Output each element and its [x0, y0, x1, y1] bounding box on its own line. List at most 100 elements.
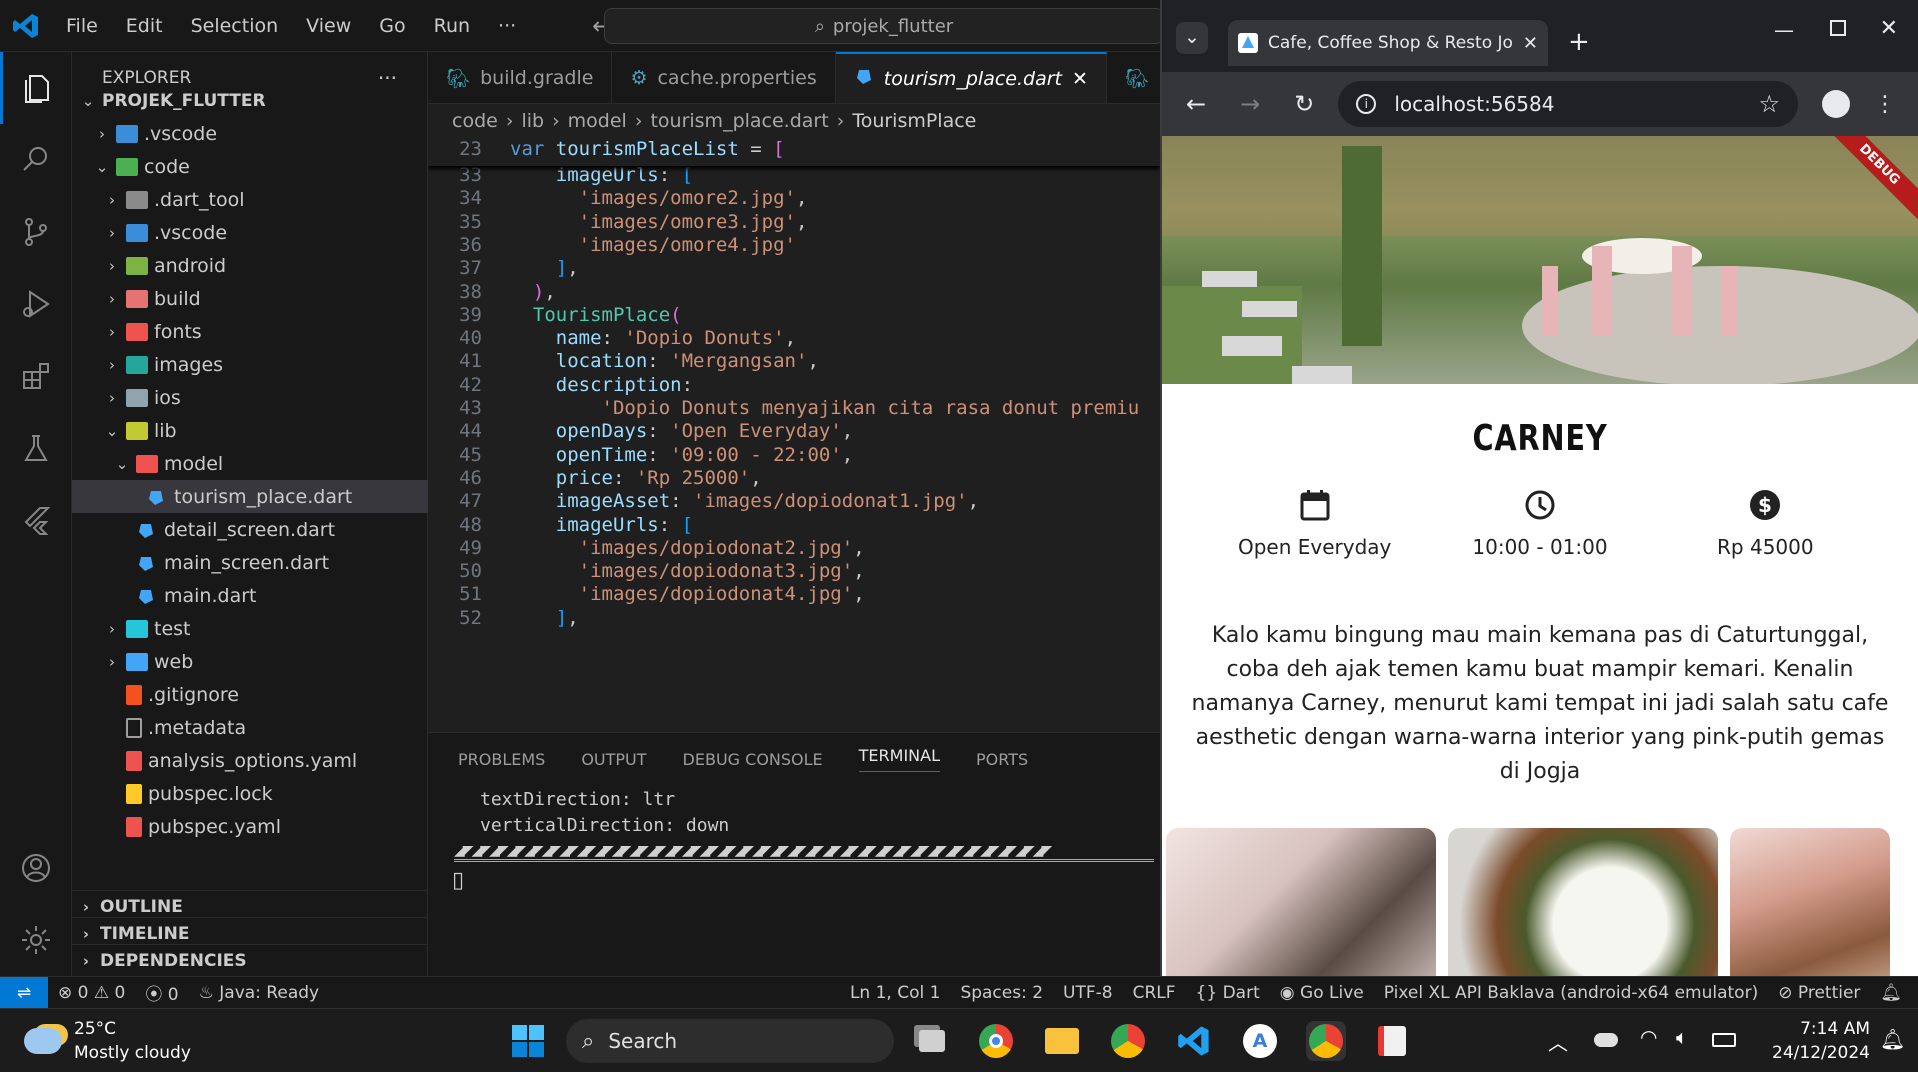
source-control-icon[interactable]: [0, 196, 72, 268]
terminal-cursor[interactable]: ▯: [452, 868, 1160, 893]
menu-run[interactable]: Run: [420, 0, 484, 52]
line-ending[interactable]: CRLF: [1123, 983, 1186, 1003]
weather-widget[interactable]: 25°C Mostly cloudy: [24, 1017, 191, 1065]
account-icon[interactable]: [0, 832, 72, 904]
tab-g[interactable]: 🐘︎g: [1107, 52, 1160, 103]
folder-item[interactable]: ⌄ model: [72, 447, 428, 480]
file-item[interactable]: analysis_options.yaml: [72, 744, 428, 777]
file-item[interactable]: pubspec.lock: [72, 777, 428, 810]
close-tab-icon[interactable]: ✕: [1523, 33, 1538, 54]
problems-status[interactable]: ⊗ 0 ⚠ 0: [48, 983, 135, 1003]
file-item[interactable]: .metadata: [72, 711, 428, 744]
menu-go[interactable]: Go: [365, 0, 419, 52]
vscode-taskbar-icon[interactable]: [1174, 1021, 1214, 1061]
folder-item[interactable]: › build: [72, 282, 428, 315]
folder-item[interactable]: › android: [72, 249, 428, 282]
tab-search-icon[interactable]: ⌄: [1176, 22, 1208, 54]
menu-file[interactable]: File: [52, 0, 112, 52]
device-selector[interactable]: Pixel XL API Baklava (android-x64 emulat…: [1374, 983, 1769, 1003]
file-item[interactable]: tourism_place.dart: [72, 480, 428, 513]
image-gallery[interactable]: [1166, 828, 1890, 976]
panel-tab-output[interactable]: OUTPUT: [581, 750, 646, 769]
maximize-icon[interactable]: [1830, 20, 1846, 36]
forward-icon[interactable]: →: [1230, 90, 1270, 118]
close-window-icon[interactable]: ✕: [1880, 16, 1898, 41]
panel-tab-problems[interactable]: PROBLEMS: [458, 750, 545, 769]
encoding[interactable]: UTF-8: [1053, 983, 1123, 1003]
section-dependencies[interactable]: › DEPENDENCIES: [72, 944, 428, 977]
chrome-profile-icon[interactable]: [1108, 1021, 1148, 1061]
profile-icon[interactable]: [1822, 90, 1850, 118]
breadcrumb-item[interactable]: lib: [521, 110, 544, 132]
file-explorer-icon[interactable]: [1042, 1021, 1082, 1061]
gallery-image[interactable]: [1730, 828, 1890, 976]
close-tab-icon[interactable]: ✕: [1072, 68, 1088, 90]
prettier-status[interactable]: ⊘ Prettier: [1768, 983, 1870, 1003]
go-live-button[interactable]: ◉ Go Live: [1270, 983, 1374, 1003]
tab-cache-properties[interactable]: ⚙ cache.properties: [612, 52, 836, 103]
folder-item[interactable]: › web: [72, 645, 428, 678]
tab-build-gradle[interactable]: 🐘︎ build.gradle: [428, 52, 613, 103]
folder-item[interactable]: › test: [72, 612, 428, 645]
code-line[interactable]: 52 ],: [428, 607, 1160, 635]
onedrive-cloud-icon[interactable]: [1594, 1033, 1618, 1047]
gallery-image[interactable]: [1448, 828, 1718, 976]
panel-tab-terminal[interactable]: TERMINAL: [858, 746, 941, 772]
explorer-icon[interactable]: [0, 52, 72, 124]
new-tab-icon[interactable]: +: [1568, 27, 1590, 57]
menu-view[interactable]: View: [292, 0, 365, 52]
cursor-position[interactable]: Ln 1, Col 1: [840, 983, 951, 1003]
folder-item[interactable]: › .dart_tool: [72, 183, 428, 216]
wifi-icon[interactable]: ◠: [1640, 1025, 1657, 1049]
breadcrumb-item[interactable]: TourismPlace: [852, 110, 976, 132]
project-root[interactable]: ⌄ PROJEK_FLUTTER: [72, 84, 428, 117]
sticky-scroll-line[interactable]: 23 var tourismPlaceList = [: [428, 138, 1160, 166]
file-item[interactable]: pubspec.yaml: [72, 810, 428, 843]
java-status[interactable]: ♨ Java: Ready: [189, 983, 329, 1003]
menu-edit[interactable]: Edit: [112, 0, 177, 52]
settings-gear-icon[interactable]: [0, 904, 72, 976]
breadcrumb-item[interactable]: code: [452, 110, 498, 132]
task-view-icon[interactable]: [912, 1021, 952, 1061]
app-icon[interactable]: [1372, 1021, 1412, 1061]
windows-start-icon[interactable]: [508, 1021, 548, 1061]
language-mode[interactable]: {} Dart: [1186, 983, 1270, 1003]
gallery-image[interactable]: [1166, 828, 1436, 976]
notification-icon[interactable]: 🔔︎: [1880, 1027, 1905, 1051]
battery-icon[interactable]: [1712, 1033, 1736, 1047]
breadcrumb-item[interactable]: model: [568, 110, 627, 132]
folder-item[interactable]: › .vscode: [72, 216, 428, 249]
android-studio-icon[interactable]: A: [1240, 1021, 1280, 1061]
taskbar-search[interactable]: ⌕ Search: [566, 1019, 894, 1063]
remote-icon[interactable]: ⇌: [0, 976, 48, 1009]
testing-icon[interactable]: [0, 412, 72, 484]
bookmark-star-icon[interactable]: ☆: [1758, 90, 1780, 118]
ports-status[interactable]: ⦿ 0: [135, 980, 188, 1005]
extensions-icon[interactable]: [0, 340, 72, 412]
reload-icon[interactable]: ↻: [1284, 90, 1324, 118]
browser-tab[interactable]: Cafe, Coffee Shop & Resto Jogja ✕: [1228, 20, 1548, 66]
volume-icon[interactable]: 🔈︎: [1676, 1025, 1688, 1049]
file-item[interactable]: .gitignore: [72, 678, 428, 711]
breadcrumb-item[interactable]: tourism_place.dart: [650, 110, 828, 132]
chrome-icon[interactable]: [976, 1021, 1016, 1061]
more-menu[interactable]: ···: [484, 0, 530, 52]
file-item[interactable]: detail_screen.dart: [72, 513, 428, 546]
flutter-icon[interactable]: [0, 484, 72, 556]
folder-item[interactable]: › images: [72, 348, 428, 381]
site-info-icon[interactable]: i: [1356, 94, 1377, 114]
run-debug-icon[interactable]: [0, 268, 72, 340]
chrome-menu-icon[interactable]: ⋮: [1874, 92, 1904, 117]
chevron-up-icon[interactable]: ︿: [1548, 1027, 1568, 1056]
notifications-bell-icon[interactable]: 🔔︎: [1870, 983, 1918, 1003]
panel-tab-debug-console[interactable]: DEBUG CONSOLE: [683, 750, 823, 769]
folder-item[interactable]: › fonts: [72, 315, 428, 348]
folder-item[interactable]: ⌄ lib: [72, 414, 428, 447]
chrome-active-icon[interactable]: [1306, 1021, 1346, 1061]
file-item[interactable]: main_screen.dart: [72, 546, 428, 579]
address-bar[interactable]: i localhost:56584 ☆: [1338, 81, 1798, 127]
minimize-icon[interactable]: —: [1774, 18, 1794, 42]
file-item[interactable]: main.dart: [72, 579, 428, 612]
command-center-search[interactable]: ⌕ projek_flutter: [604, 8, 1164, 44]
code-view[interactable]: 23 var tourismPlaceList = [33 imageUrls: …: [428, 138, 1160, 788]
